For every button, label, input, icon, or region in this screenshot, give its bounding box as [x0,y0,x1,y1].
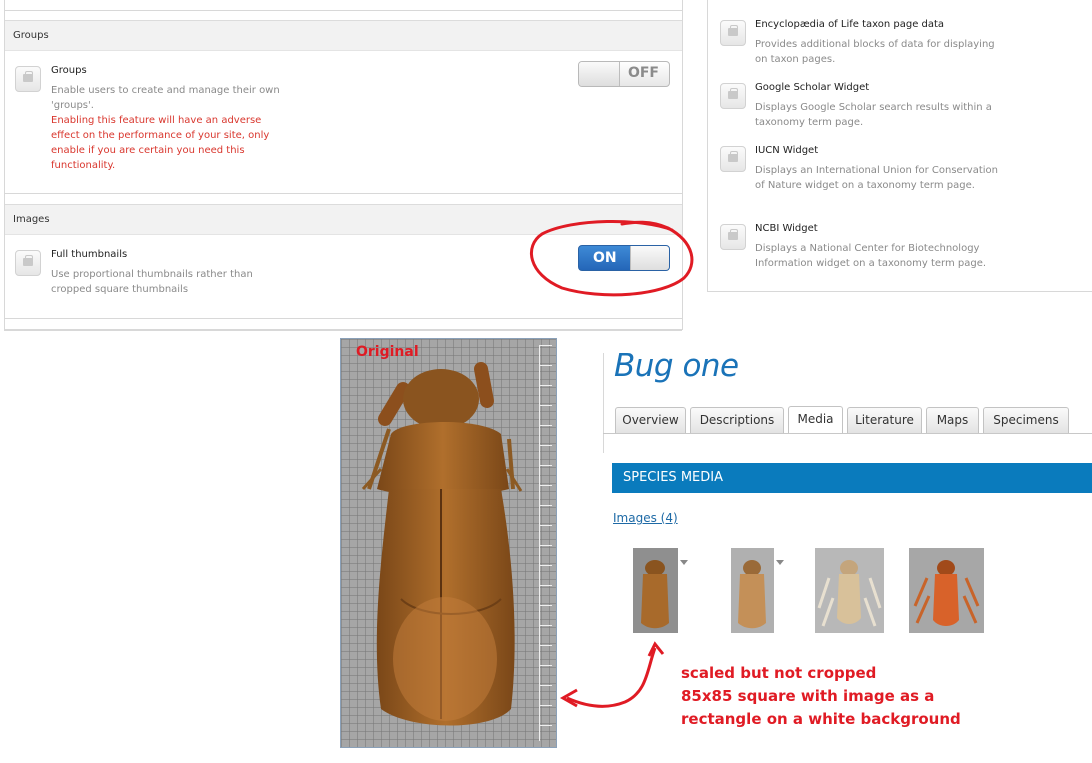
module-icon [15,66,41,92]
toggle-knob [579,62,620,86]
images-link[interactable]: Images (4) [613,511,678,525]
feature-title: Full thumbnails [51,249,128,260]
module-title: NCBI Widget [755,223,818,234]
thumbnail-4[interactable] [909,548,984,633]
bug-thumbnail-image [817,560,882,627]
toggle-label: OFF [627,65,659,81]
annotation-arrow [559,641,665,708]
original-specimen-image: Original [340,338,557,748]
tab-literature[interactable]: Literature [847,407,922,433]
module-icon [720,146,746,172]
thumbnail-1[interactable] [633,548,678,633]
groups-feature: Groups Enable users to create and manage… [5,51,682,194]
thumbnail-2[interactable] [731,548,774,633]
page-divider [603,353,604,453]
tab-media[interactable]: Media [788,406,843,434]
taxon-title: Bug one [614,348,739,384]
bug-thumbnail-image [913,560,980,626]
tab-specimens[interactable]: Specimens [983,407,1069,433]
module-list: a Encyclopædia of Life taxon page data P… [707,0,1092,292]
bug-thumbnail-image [641,560,669,629]
module-icon [720,20,746,46]
module-description: Displays an International Union for Cons… [755,165,999,191]
module-icon [720,224,746,250]
module-title: Google Scholar Widget [755,82,870,93]
tab-maps[interactable]: Maps [926,407,979,433]
highlight-circle [529,220,694,297]
groups-toggle[interactable]: OFF [578,61,670,87]
dropdown-arrow-icon[interactable] [680,560,688,565]
feature-description: Use proportional thumbnails rather than … [51,269,253,295]
panel-bottom-border [4,330,682,331]
dropdown-arrow-icon[interactable] [776,560,784,565]
bug-illustration [361,362,523,726]
annotation-note-line-1: scaled but not cropped [681,664,877,682]
tab-overview[interactable]: Overview [615,407,686,433]
thumbnail-3[interactable] [815,548,884,633]
tabs-underline [603,433,1092,434]
tab-descriptions[interactable]: Descriptions [690,407,784,433]
groups-section-header: Groups [5,20,682,51]
species-media-header: SPECIES MEDIA [612,463,1092,493]
bug-thumbnail-image [738,560,766,629]
module-description: Displays Google Scholar search results w… [755,102,992,128]
module-title: Encyclopædia of Life taxon page data [755,19,945,30]
module-icon [15,250,41,276]
feature-description: Enable users to create and manage their … [51,85,280,111]
module-description: Provides additional blocks of data for d… [755,39,995,65]
previous-section-end [5,0,682,11]
feature-title: Groups [51,65,87,76]
feature-warning: Enabling this feature will have an adver… [51,115,270,171]
module-description: Displays a National Center for Biotechno… [755,243,987,269]
module-title: IUCN Widget [755,145,819,156]
annotation-note-line-2: 85x85 square with image as a [681,687,935,705]
annotation-note-line-3: rectangle on a white background [681,710,961,728]
original-label: Original [356,344,419,360]
module-icon [720,83,746,109]
